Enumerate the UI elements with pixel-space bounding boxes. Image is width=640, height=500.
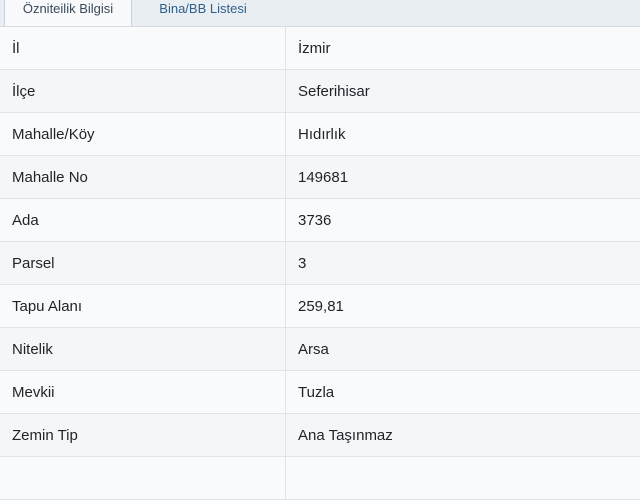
row-value (286, 457, 640, 499)
tab-bar: Özniteilik Bilgisi Bina/BB Listesi (0, 0, 640, 26)
row-label: İl (0, 27, 286, 69)
parcel-attribute-table: İl İzmir İlçe Seferihisar Mahalle/Köy Hı… (0, 26, 640, 500)
row-value: Tuzla (298, 383, 335, 401)
row-label: Mahalle/Köy (0, 113, 286, 155)
table-row: Mevkii Tuzla (0, 371, 640, 414)
row-label: Parsel (0, 242, 286, 284)
row-value: İzmir (298, 39, 331, 57)
row-value: 149681 (298, 168, 349, 186)
table-row: İl İzmir (0, 27, 640, 70)
row-label: Mevkii (0, 371, 286, 413)
row-value: Seferihisar (298, 82, 370, 100)
table-row: Mahalle No 149681 (0, 156, 640, 199)
table-row: Ada 3736 (0, 199, 640, 242)
row-label: Tapu Alanı (0, 285, 286, 327)
row-label: Ada (0, 199, 286, 241)
row-label (0, 457, 286, 499)
row-value: 3736 (298, 211, 332, 229)
table-row: Parsel 3 (0, 242, 640, 285)
row-label: Mahalle No (0, 156, 286, 198)
table-row: Mahalle/Köy Hıdırlık (0, 113, 640, 156)
table-row (0, 457, 640, 500)
row-value: 259,81 (298, 297, 344, 315)
tab-oznitelik-bilgisi[interactable]: Özniteilik Bilgisi (4, 0, 132, 26)
table-row: İlçe Seferihisar (0, 70, 640, 113)
tab-bina-bb-listesi[interactable]: Bina/BB Listesi (138, 0, 268, 26)
table-row: Nitelik Arsa (0, 328, 640, 371)
row-value: 3 (298, 254, 307, 272)
row-label: Nitelik (0, 328, 286, 370)
row-label: Zemin Tip (0, 414, 286, 456)
table-row: Tapu Alanı 259,81 (0, 285, 640, 328)
row-value: Ana Taşınmaz (298, 426, 393, 444)
row-value: Arsa (298, 340, 329, 358)
row-value: Hıdırlık (298, 125, 346, 143)
table-row: Zemin Tip Ana Taşınmaz (0, 414, 640, 457)
row-label: İlçe (0, 70, 286, 112)
